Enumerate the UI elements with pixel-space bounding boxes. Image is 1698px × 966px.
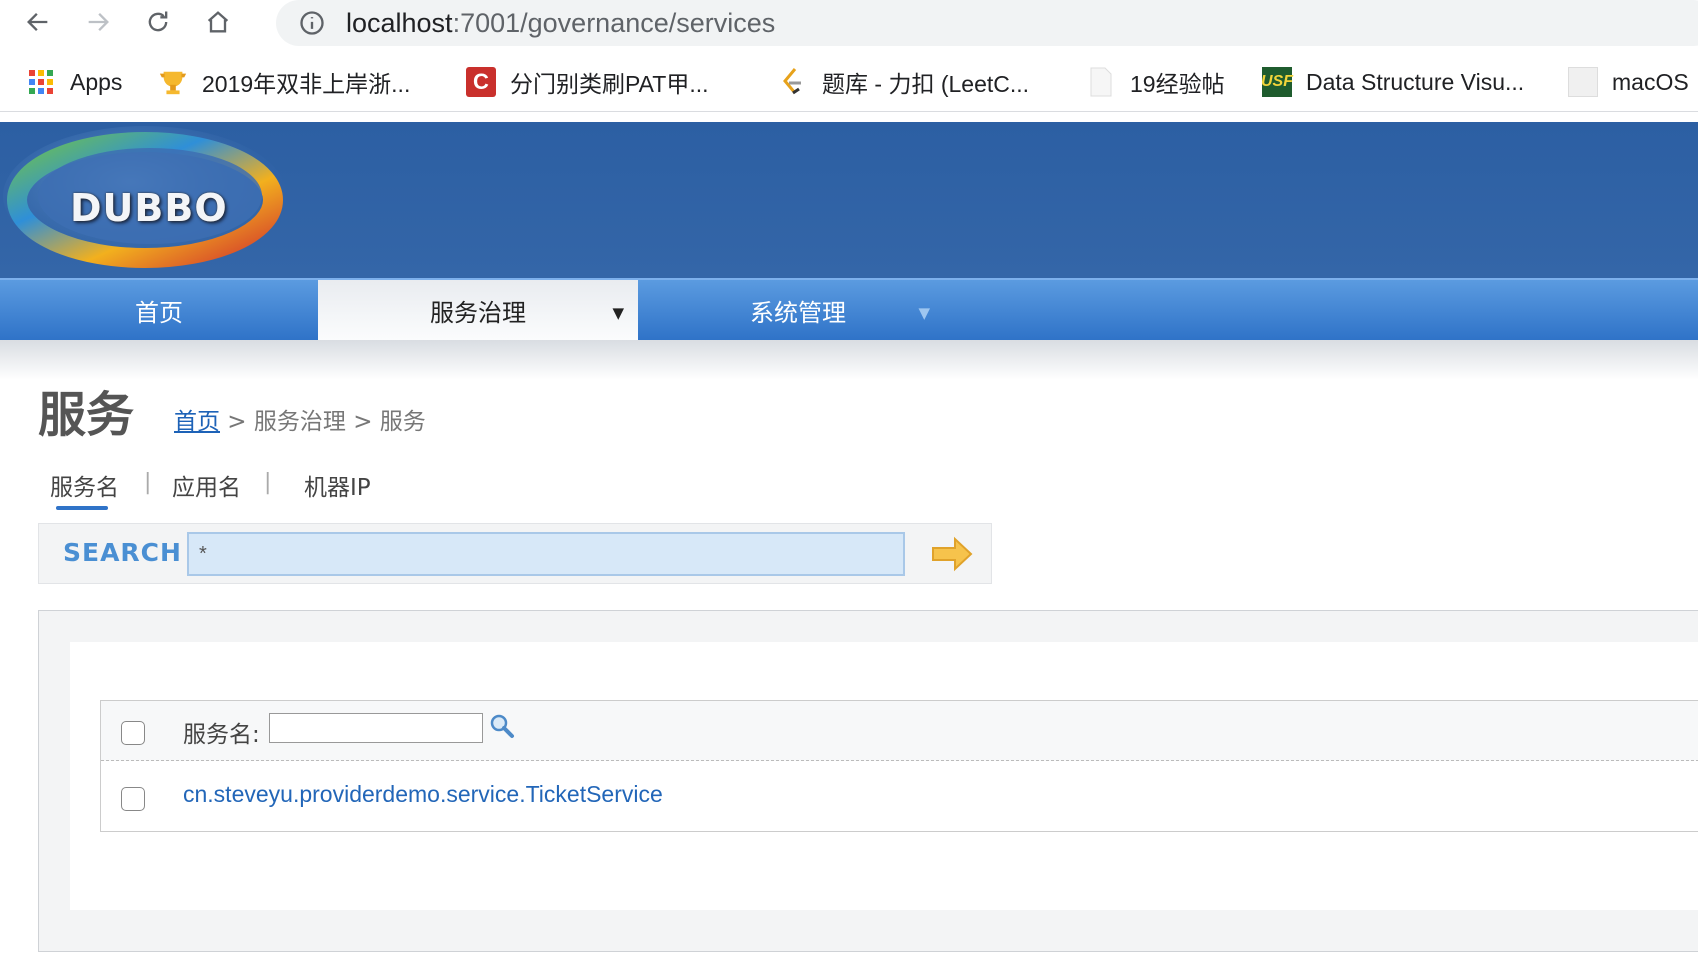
- breadcrumb: 首页 > 服务治理 > 服务: [174, 402, 426, 436]
- menu-shadow: [0, 340, 1698, 380]
- browser-toolbar: localhost:7001/governance/services: [0, 0, 1698, 46]
- bookmark-macos[interactable]: macOS: [1568, 64, 1689, 100]
- bookmark-label: 分门别类刷PAT甲...: [510, 71, 709, 97]
- apps-grid-icon: [26, 67, 56, 97]
- dubbo-header: DUBBO: [0, 122, 1698, 278]
- reload-icon[interactable]: [140, 4, 176, 40]
- bookmark-label: 2019年双非上岸浙...: [202, 71, 411, 97]
- tab-service-name[interactable]: 服务名: [50, 468, 119, 502]
- service-list-table: 服务名: cn.steveyu.providerdemo.service.Tic…: [100, 700, 1698, 832]
- row-checkbox[interactable]: [121, 787, 145, 811]
- arrow-right-icon[interactable]: [931, 536, 973, 572]
- menu-item-label: 服务治理: [430, 298, 526, 327]
- leetcode-icon: [778, 67, 808, 97]
- bookmark-19-experience[interactable]: 19经验帖: [1086, 64, 1225, 100]
- menu-item-home[interactable]: 首页: [0, 280, 318, 340]
- bookmark-label: 题库 - 力扣 (LeetC...: [822, 71, 1030, 97]
- info-icon[interactable]: [298, 9, 326, 37]
- bookmark-pat[interactable]: C 分门别类刷PAT甲...: [466, 64, 709, 100]
- menu-item-system-management[interactable]: 系统管理 ▼: [638, 280, 958, 340]
- search-icon[interactable]: [489, 713, 515, 739]
- csdn-icon: C: [466, 67, 496, 97]
- breadcrumb-trail: > 服务治理 > 服务: [220, 409, 426, 435]
- table-header: 服务名:: [101, 701, 1698, 761]
- tab-app-name[interactable]: 应用名: [172, 468, 241, 502]
- service-filter-input[interactable]: [269, 713, 483, 743]
- forward-arrow-icon[interactable]: [80, 4, 116, 40]
- logo-text: DUBBO: [70, 186, 228, 230]
- bookmark-apps[interactable]: Apps: [26, 64, 122, 100]
- breadcrumb-home-link[interactable]: 首页: [174, 409, 220, 435]
- tab-separator: |: [264, 470, 272, 495]
- trophy-icon: [158, 67, 188, 97]
- bookmark-ds-visualization[interactable]: USF Data Structure Visu...: [1261, 64, 1525, 100]
- bookmark-label: 19经验帖: [1130, 71, 1225, 97]
- tab-machine-ip[interactable]: 机器IP: [304, 468, 371, 502]
- bookmark-label: Data Structure Visu...: [1306, 68, 1525, 95]
- dubbo-logo[interactable]: DUBBO: [0, 126, 290, 274]
- search-box: SEARCH: [38, 523, 992, 584]
- active-tab-indicator: [56, 506, 108, 510]
- search-label: SEARCH: [63, 538, 182, 567]
- home-icon[interactable]: [200, 4, 236, 40]
- caret-down-icon: ▼: [918, 304, 930, 322]
- menu-item-service-governance[interactable]: 服务治理 ▼: [318, 280, 638, 340]
- main-menu: 首页 服务治理 ▼ 系统管理 ▼: [0, 278, 1698, 340]
- back-arrow-icon[interactable]: [20, 4, 56, 40]
- page-title: 服务: [38, 387, 135, 443]
- macos-icon: [1568, 67, 1598, 97]
- tab-separator: |: [144, 470, 152, 495]
- page-icon: [1086, 67, 1116, 97]
- filter-label: 服务名:: [183, 722, 260, 748]
- menu-item-label: 首页: [135, 298, 183, 327]
- url-text: localhost:7001/governance/services: [346, 8, 776, 38]
- caret-down-icon: ▼: [612, 304, 624, 322]
- bookmark-label: macOS: [1612, 68, 1689, 95]
- usf-icon: USF: [1261, 67, 1293, 97]
- select-all-checkbox[interactable]: [121, 721, 145, 745]
- bookmark-label: Apps: [70, 68, 123, 95]
- bookmark-zju-post[interactable]: 2019年双非上岸浙...: [158, 64, 410, 100]
- service-link[interactable]: cn.steveyu.providerdemo.service.TicketSe…: [183, 781, 663, 808]
- bookmark-leetcode[interactable]: 题库 - 力扣 (LeetC...: [778, 64, 1029, 100]
- search-input[interactable]: [187, 532, 905, 576]
- menu-item-label: 系统管理: [750, 298, 846, 327]
- bookmarks-bar: Apps 2019年双非上岸浙... C 分门别类刷PAT甲... 题库 - 力…: [0, 56, 1698, 112]
- address-bar[interactable]: localhost:7001/governance/services: [276, 0, 1698, 46]
